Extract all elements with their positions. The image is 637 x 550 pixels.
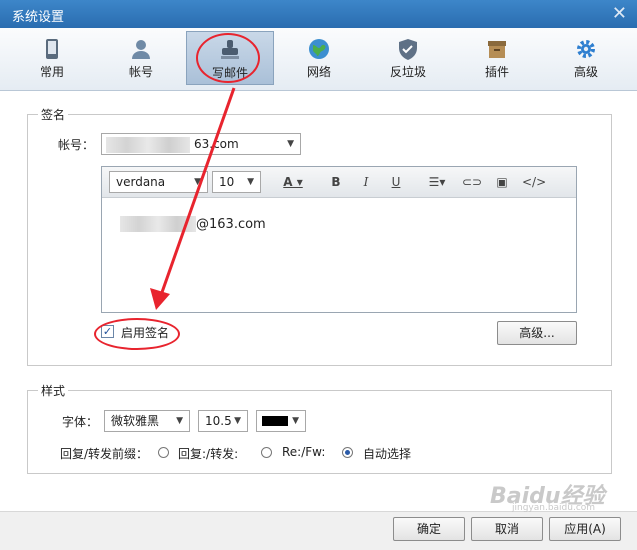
italic-icon[interactable]: I (358, 173, 374, 191)
style-color-select[interactable]: ▼ (256, 410, 306, 432)
font-value: verdana (116, 175, 166, 189)
window-title: 系统设置 (12, 10, 65, 25)
user-icon (132, 40, 150, 59)
style-font-value: 微软雅黑 (111, 414, 160, 428)
size-value: 10 (219, 175, 235, 189)
style-size-select[interactable]: 10.5 ▼ (198, 410, 248, 432)
font-select[interactable]: verdana ▼ (109, 171, 208, 193)
chevron-down-icon: ▼ (234, 416, 241, 426)
gear-icon (577, 40, 595, 58)
watermark-url: jingyan.baidu.com (512, 503, 596, 513)
align-icon[interactable]: ☰▾ (424, 173, 450, 191)
settings-content: 签名 帐号： 63.com ▼ verdana ▼ 10 ▼ A ▾ B I U… (0, 91, 637, 511)
font-color-icon[interactable]: A ▾ (278, 173, 308, 191)
shield-icon (399, 39, 417, 60)
cancel-button[interactable]: 取消 (471, 517, 543, 541)
globe-icon (309, 39, 329, 59)
account-value: 63.com (194, 137, 239, 151)
tab-general[interactable]: 常用 (8, 31, 96, 85)
close-icon[interactable]: ✕ (612, 3, 627, 24)
tab-network[interactable]: 网络 (275, 31, 363, 85)
apply-button[interactable]: 应用(A) (549, 517, 621, 541)
signature-text[interactable]: @163.com (196, 217, 266, 232)
tab-label: 插件 (484, 65, 509, 79)
tab-plugins[interactable]: 插件 (453, 31, 541, 85)
prefix-option-label: Re:/Fw: (282, 445, 326, 459)
prefix-option-label: 自动选择 (363, 447, 412, 461)
account-label: 帐号： (58, 138, 95, 152)
style-font-select[interactable]: 微软雅黑 ▼ (104, 410, 190, 432)
style-group-title: 样式 (38, 382, 69, 399)
chevron-down-icon: ▼ (292, 416, 299, 426)
tab-account[interactable]: 帐号 (97, 31, 185, 85)
signature-editor: verdana ▼ 10 ▼ A ▾ B I U ☰▾ ⊂⊃ ▣ </> @16… (101, 166, 577, 313)
size-select[interactable]: 10 ▼ (212, 171, 261, 193)
highlight-ring-compose-tab (196, 33, 260, 83)
code-icon[interactable]: </> (522, 173, 546, 191)
image-icon[interactable]: ▣ (492, 173, 512, 191)
signature-advanced-button[interactable]: 高级... (497, 321, 577, 345)
underline-icon[interactable]: U (388, 173, 404, 191)
link-icon[interactable]: ⊂⊃ (462, 173, 482, 191)
color-swatch (262, 416, 288, 426)
box-icon (488, 41, 506, 58)
ok-button[interactable]: 确定 (393, 517, 465, 541)
account-select[interactable]: 63.com ▼ (101, 133, 301, 155)
title-bar: 系统设置 ✕ (0, 0, 637, 28)
settings-toolbar: 常用 帐号 写邮件 网络 反垃圾 插件 高级 (0, 28, 637, 91)
tab-label: 网络 (306, 65, 331, 79)
tab-antispam[interactable]: 反垃圾 (364, 31, 452, 85)
editor-toolbar: verdana ▼ 10 ▼ A ▾ B I U ☰▾ ⊂⊃ ▣ </> (102, 167, 576, 198)
chevron-down-icon: ▼ (194, 177, 201, 187)
chevron-down-icon: ▼ (287, 139, 294, 149)
tab-label: 高级 (573, 65, 598, 79)
dialog-footer: 确定 取消 应用(A) (0, 511, 637, 550)
redacted-email (106, 137, 190, 153)
signature-group-title: 签名 (38, 106, 69, 123)
chevron-down-icon: ▼ (247, 177, 254, 187)
prefix-radio-chinese[interactable] (158, 447, 169, 458)
font-label: 字体： (62, 415, 99, 429)
prefix-radio-english[interactable] (261, 447, 272, 458)
prefix-option-label: 回复:/转发: (178, 447, 239, 461)
bold-icon[interactable]: B (328, 173, 344, 191)
tab-label: 反垃圾 (389, 65, 426, 79)
highlight-ring-enable-signature (94, 318, 180, 350)
tab-label: 常用 (39, 65, 64, 79)
phone-icon (46, 39, 58, 59)
tab-advanced[interactable]: 高级 (542, 31, 630, 85)
prefix-label: 回复/转发前缀： (60, 447, 149, 461)
tab-label: 帐号 (128, 65, 153, 79)
prefix-radio-auto[interactable] (342, 447, 353, 458)
chevron-down-icon: ▼ (176, 416, 183, 426)
redacted-email (120, 216, 196, 232)
style-size-value: 10.5 (205, 414, 232, 428)
